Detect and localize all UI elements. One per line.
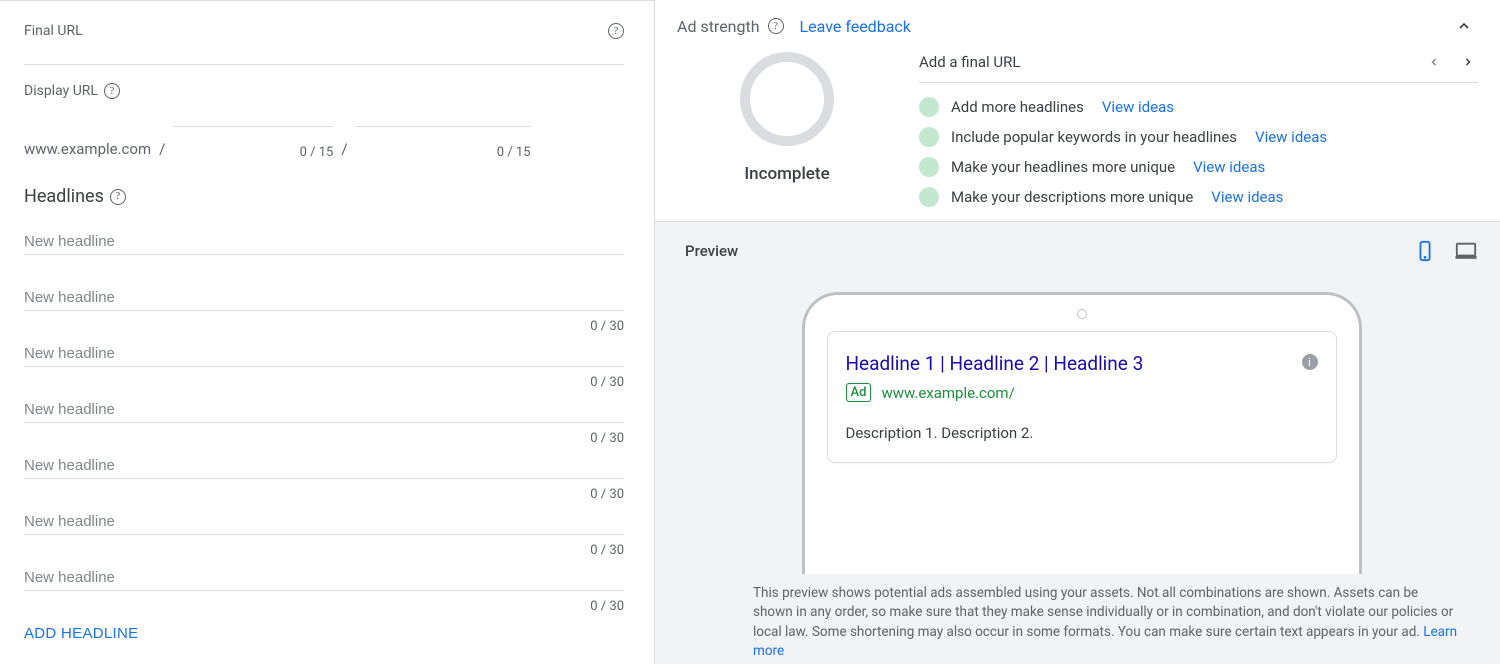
view-ideas-link[interactable]: View ideas xyxy=(1102,98,1174,116)
status-dot-icon xyxy=(919,187,939,207)
help-icon[interactable]: ? xyxy=(104,83,120,99)
recommendation-text: Add more headlines xyxy=(951,98,1084,116)
path-1-counter: 0 / 15 xyxy=(300,145,334,160)
view-ideas-link[interactable]: View ideas xyxy=(1255,128,1327,146)
display-url-base: www.example.com xyxy=(24,140,151,160)
path-separator: / xyxy=(337,140,351,160)
headline-item: 0 / 30 xyxy=(24,285,624,335)
headline-input[interactable] xyxy=(24,453,624,479)
phone-speaker-icon xyxy=(1077,309,1087,319)
headline-input[interactable] xyxy=(24,565,624,591)
headline-input[interactable] xyxy=(24,341,624,367)
headline-counter: 0 / 30 xyxy=(24,375,624,391)
headline-input[interactable] xyxy=(24,397,624,423)
ad-editor-pane: Final URL ? Display URL ? www.example.co… xyxy=(0,0,654,664)
ad-preview-description: Description 1. Description 2. xyxy=(846,424,1318,442)
headline-list: 0 / 30 0 / 30 0 / 30 0 / 30 0 / 30 0 / 30 0 / … xyxy=(24,229,624,615)
view-ideas-link[interactable]: View ideas xyxy=(1193,158,1265,176)
headline-item: 0 / 30 xyxy=(24,229,624,279)
path-separator: / xyxy=(155,140,169,160)
add-headline-button[interactable]: ADD HEADLINE xyxy=(24,625,138,642)
preview-section: Preview Headline 1 | Headline 2 | Headli… xyxy=(655,222,1500,664)
display-url-label: Display URL xyxy=(24,83,98,99)
headline-item: 0 / 30 xyxy=(24,565,624,615)
display-path-2-input[interactable] xyxy=(356,103,531,127)
headline-item: 0 / 30 xyxy=(24,397,624,447)
next-recommendation-button[interactable] xyxy=(1458,52,1478,72)
headline-input[interactable] xyxy=(24,285,624,311)
headline-input[interactable] xyxy=(24,509,624,535)
mobile-preview-frame: Headline 1 | Headline 2 | Headline 3 i A… xyxy=(802,292,1362,592)
headline-counter: 0 / 30 xyxy=(24,431,624,447)
headline-item: 0 / 30 xyxy=(24,453,624,503)
preview-title: Preview xyxy=(685,242,738,260)
chevron-up-icon xyxy=(1456,18,1472,34)
ad-strength-and-preview-pane: Ad strength ? Leave feedback Incomplete … xyxy=(654,0,1500,664)
ad-strength-section: Ad strength ? Leave feedback Incomplete … xyxy=(655,0,1500,222)
view-ideas-link[interactable]: View ideas xyxy=(1211,188,1283,206)
desktop-icon xyxy=(1454,240,1478,262)
leave-feedback-link[interactable]: Leave feedback xyxy=(800,17,911,36)
ad-preview-card: Headline 1 | Headline 2 | Headline 3 i A… xyxy=(827,331,1337,463)
status-dot-icon xyxy=(919,97,939,117)
mobile-icon xyxy=(1414,240,1436,262)
headline-item: 0 / 30 xyxy=(24,341,624,391)
headline-counter: 0 / 30 xyxy=(24,543,624,559)
status-dot-icon xyxy=(919,157,939,177)
ad-strength-label: Ad strength xyxy=(677,17,760,36)
preview-footer-note: This preview shows potential ads assembl… xyxy=(753,574,1460,662)
headlines-section-title: Headlines xyxy=(24,186,104,207)
ad-preview-headline: Headline 1 | Headline 2 | Headline 3 xyxy=(846,352,1144,375)
headline-item: 0 / 30 xyxy=(24,509,624,559)
prev-recommendation-button[interactable] xyxy=(1424,52,1444,72)
recommendation-item: Add more headlines View ideas xyxy=(919,97,1478,117)
display-path-1-input[interactable] xyxy=(173,103,333,127)
chevron-left-icon xyxy=(1428,56,1440,68)
recommendation-item: Make your descriptions more unique View i… xyxy=(919,187,1478,207)
recommendation-item: Include popular keywords in your headlin… xyxy=(919,127,1478,147)
ad-strength-status: Incomplete xyxy=(744,164,829,184)
headline-counter: 0 / 30 xyxy=(24,599,624,615)
recommendation-text: Make your descriptions more unique xyxy=(951,188,1193,206)
headline-counter: 0 / 30 xyxy=(24,487,624,503)
recommendation-text: Make your headlines more unique xyxy=(951,158,1175,176)
chevron-right-icon xyxy=(1462,56,1474,68)
final-url-input[interactable] xyxy=(24,41,624,65)
headline-input[interactable] xyxy=(24,229,624,255)
help-icon[interactable]: ? xyxy=(110,189,126,205)
ad-strength-detail-title: Add a final URL xyxy=(919,53,1020,71)
preview-footer-text: This preview shows potential ads assembl… xyxy=(753,585,1453,640)
ad-strength-gauge xyxy=(740,52,834,146)
collapse-button[interactable] xyxy=(1450,12,1478,40)
desktop-preview-toggle[interactable] xyxy=(1454,240,1478,262)
ad-badge: Ad xyxy=(846,383,872,402)
recommendation-text: Include popular keywords in your headlin… xyxy=(951,128,1237,146)
mobile-preview-toggle[interactable] xyxy=(1414,240,1436,262)
help-icon[interactable]: ? xyxy=(768,18,784,34)
headline-counter: 0 / 30 xyxy=(24,319,624,335)
info-icon[interactable]: i xyxy=(1302,354,1318,370)
status-dot-icon xyxy=(919,127,939,147)
final-url-label: Final URL xyxy=(24,23,83,39)
help-icon[interactable]: ? xyxy=(608,23,624,39)
path-2-counter: 0 / 15 xyxy=(497,145,531,160)
recommendation-list: Add more headlines View ideas Include popu… xyxy=(919,97,1478,207)
recommendation-item: Make your headlines more unique View idea… xyxy=(919,157,1478,177)
ad-preview-url: www.example.com/ xyxy=(881,384,1014,402)
